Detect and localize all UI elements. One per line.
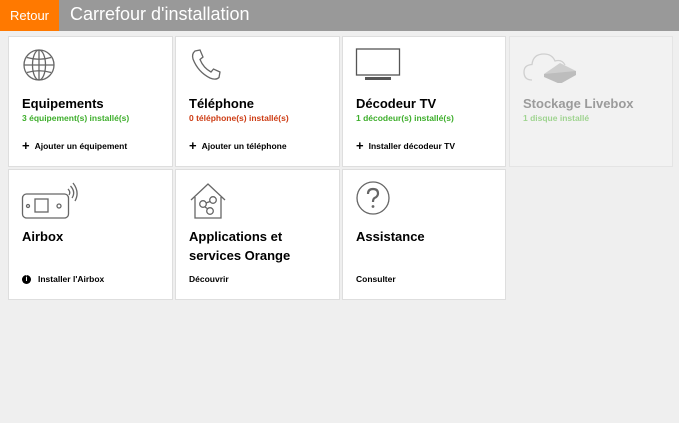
tile-title: Equipements [22, 96, 104, 111]
tv-icon [355, 47, 403, 83]
top-bar: Retour Carrefour d'installation [0, 0, 679, 31]
tile-title: Applications et services Orange [189, 229, 291, 263]
page-title: Carrefour d'installation [70, 4, 250, 24]
tile-title: Airbox [22, 229, 64, 244]
add-phone-link[interactable]: + Ajouter un téléphone [189, 138, 287, 153]
action-label: Ajouter un téléphone [201, 141, 287, 151]
action-label: Ajouter un équipement [34, 141, 128, 151]
airbox-icon [21, 180, 79, 219]
plus-icon: + [189, 138, 197, 153]
tile-status: 3 équipement(s) installé(s) [22, 113, 130, 123]
info-icon: i [22, 274, 31, 284]
tile-status: 1 disque installé [523, 113, 590, 123]
tile-equipements[interactable]: Equipements 3 équipement(s) installé(s) … [8, 36, 173, 167]
plus-icon: + [356, 138, 364, 153]
discover-link[interactable]: Découvrir [189, 274, 229, 284]
action-label: Découvrir [189, 274, 229, 284]
plus-icon: + [22, 138, 30, 153]
install-airbox-link[interactable]: i Installer l'Airbox [22, 274, 104, 284]
tile-title: Téléphone [189, 96, 255, 111]
tile-applications-services[interactable]: Applications et services Orange Découvri… [175, 169, 340, 300]
action-label: Installer décodeur TV [368, 141, 456, 151]
tile-telephone[interactable]: Téléphone 0 téléphone(s) installé(s) + A… [175, 36, 340, 167]
tile-title: Assistance [356, 229, 425, 244]
action-label: Consulter [356, 274, 396, 284]
tile-title: Stockage Livebox [523, 96, 634, 111]
question-icon [355, 180, 395, 216]
tile-assistance[interactable]: Assistance Consulter [342, 169, 506, 300]
install-decoder-link[interactable]: + Installer décodeur TV [356, 138, 456, 153]
tile-status: 0 téléphone(s) installé(s) [189, 113, 289, 123]
add-equipment-link[interactable]: + Ajouter un équipement [22, 138, 128, 153]
action-label: Installer l'Airbox [38, 274, 105, 284]
tile-stockage-livebox: Stockage Livebox 1 disque installé [509, 36, 673, 167]
tile-status: 1 décodeur(s) installé(s) [356, 113, 454, 123]
cloud-storage-icon [522, 47, 578, 83]
consult-link[interactable]: Consulter [356, 274, 396, 284]
back-button[interactable]: Retour [0, 0, 59, 31]
phone-icon [188, 47, 228, 83]
globe-icon [21, 47, 61, 83]
tile-decodeur-tv[interactable]: Décodeur TV 1 décodeur(s) installé(s) + … [342, 36, 506, 167]
house-apps-icon [188, 180, 228, 219]
tile-airbox[interactable]: Airbox i Installer l'Airbox [8, 169, 173, 300]
tile-title: Décodeur TV [356, 96, 437, 111]
